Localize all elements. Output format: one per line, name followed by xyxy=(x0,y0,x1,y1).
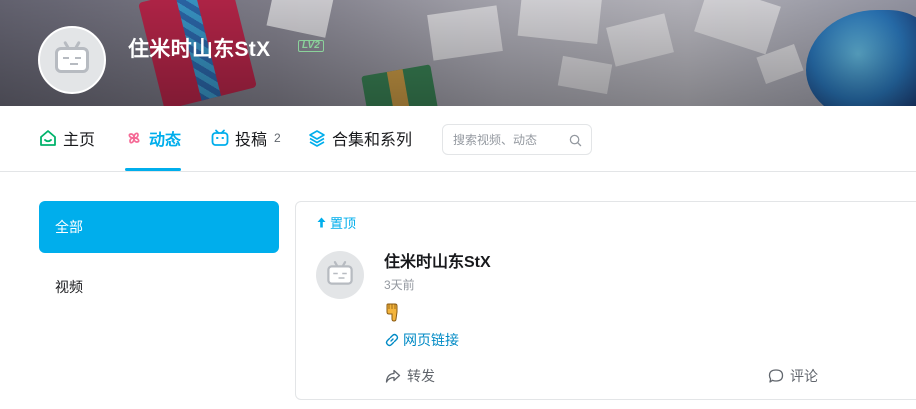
pointing-down-hand-icon xyxy=(386,303,398,322)
tab-dynamics[interactable]: 动态 xyxy=(125,127,181,149)
sidebar-item-label: 视频 xyxy=(55,279,83,295)
tab-submissions[interactable]: 投稿 2 xyxy=(211,127,281,149)
tab-home[interactable]: 主页 xyxy=(39,127,95,149)
profile-avatar[interactable] xyxy=(38,26,106,94)
author-avatar[interactable] xyxy=(316,251,364,299)
search-box[interactable] xyxy=(442,124,592,155)
post-author-name[interactable]: 住米时山东StX xyxy=(384,248,491,272)
level-badge: LV2 xyxy=(298,40,324,52)
comment-button[interactable]: 评论 xyxy=(768,366,818,386)
tab-collections[interactable]: 合集和系列 xyxy=(308,127,412,149)
tv-mascot-icon xyxy=(327,265,353,285)
tv-icon xyxy=(211,129,229,146)
sidebar-item-label: 全部 xyxy=(55,219,83,235)
pinwheel-icon xyxy=(128,132,140,144)
profile-nav: 主页 动态 投稿 2 合集和系列 xyxy=(0,106,916,172)
tab-home-label: 主页 xyxy=(63,132,96,149)
tab-collections-label: 合集和系列 xyxy=(332,132,413,149)
tv-mascot-icon xyxy=(55,47,89,73)
search-input[interactable] xyxy=(453,132,565,147)
pin-arrow-up-icon xyxy=(317,217,326,228)
home-icon xyxy=(40,130,56,146)
active-tab-indicator xyxy=(125,168,181,171)
sidebar-item-all[interactable]: 全部 xyxy=(39,201,279,253)
tab-dynamics-label: 动态 xyxy=(149,132,182,149)
sidebar-item-video[interactable]: 视频 xyxy=(39,261,279,313)
share-arrow-icon xyxy=(385,369,401,383)
web-link[interactable]: 网页链接 xyxy=(385,330,459,350)
profile-username: 住米时山东StX xyxy=(128,38,271,61)
comment-bubble-icon xyxy=(768,369,784,383)
post-timestamp[interactable]: 3天前 xyxy=(384,276,415,293)
dynamic-post-card: 置顶 住米时山东StX 3天前 网页链接 转发 评论 xyxy=(295,201,916,400)
search-icon[interactable] xyxy=(569,134,582,147)
submissions-count: 2 xyxy=(274,131,281,145)
repost-button[interactable]: 转发 xyxy=(385,366,435,386)
pinned-label: 置顶 xyxy=(317,213,356,232)
layers-icon xyxy=(309,130,325,147)
link-icon xyxy=(385,333,399,347)
tab-submissions-label: 投稿 xyxy=(235,132,268,149)
